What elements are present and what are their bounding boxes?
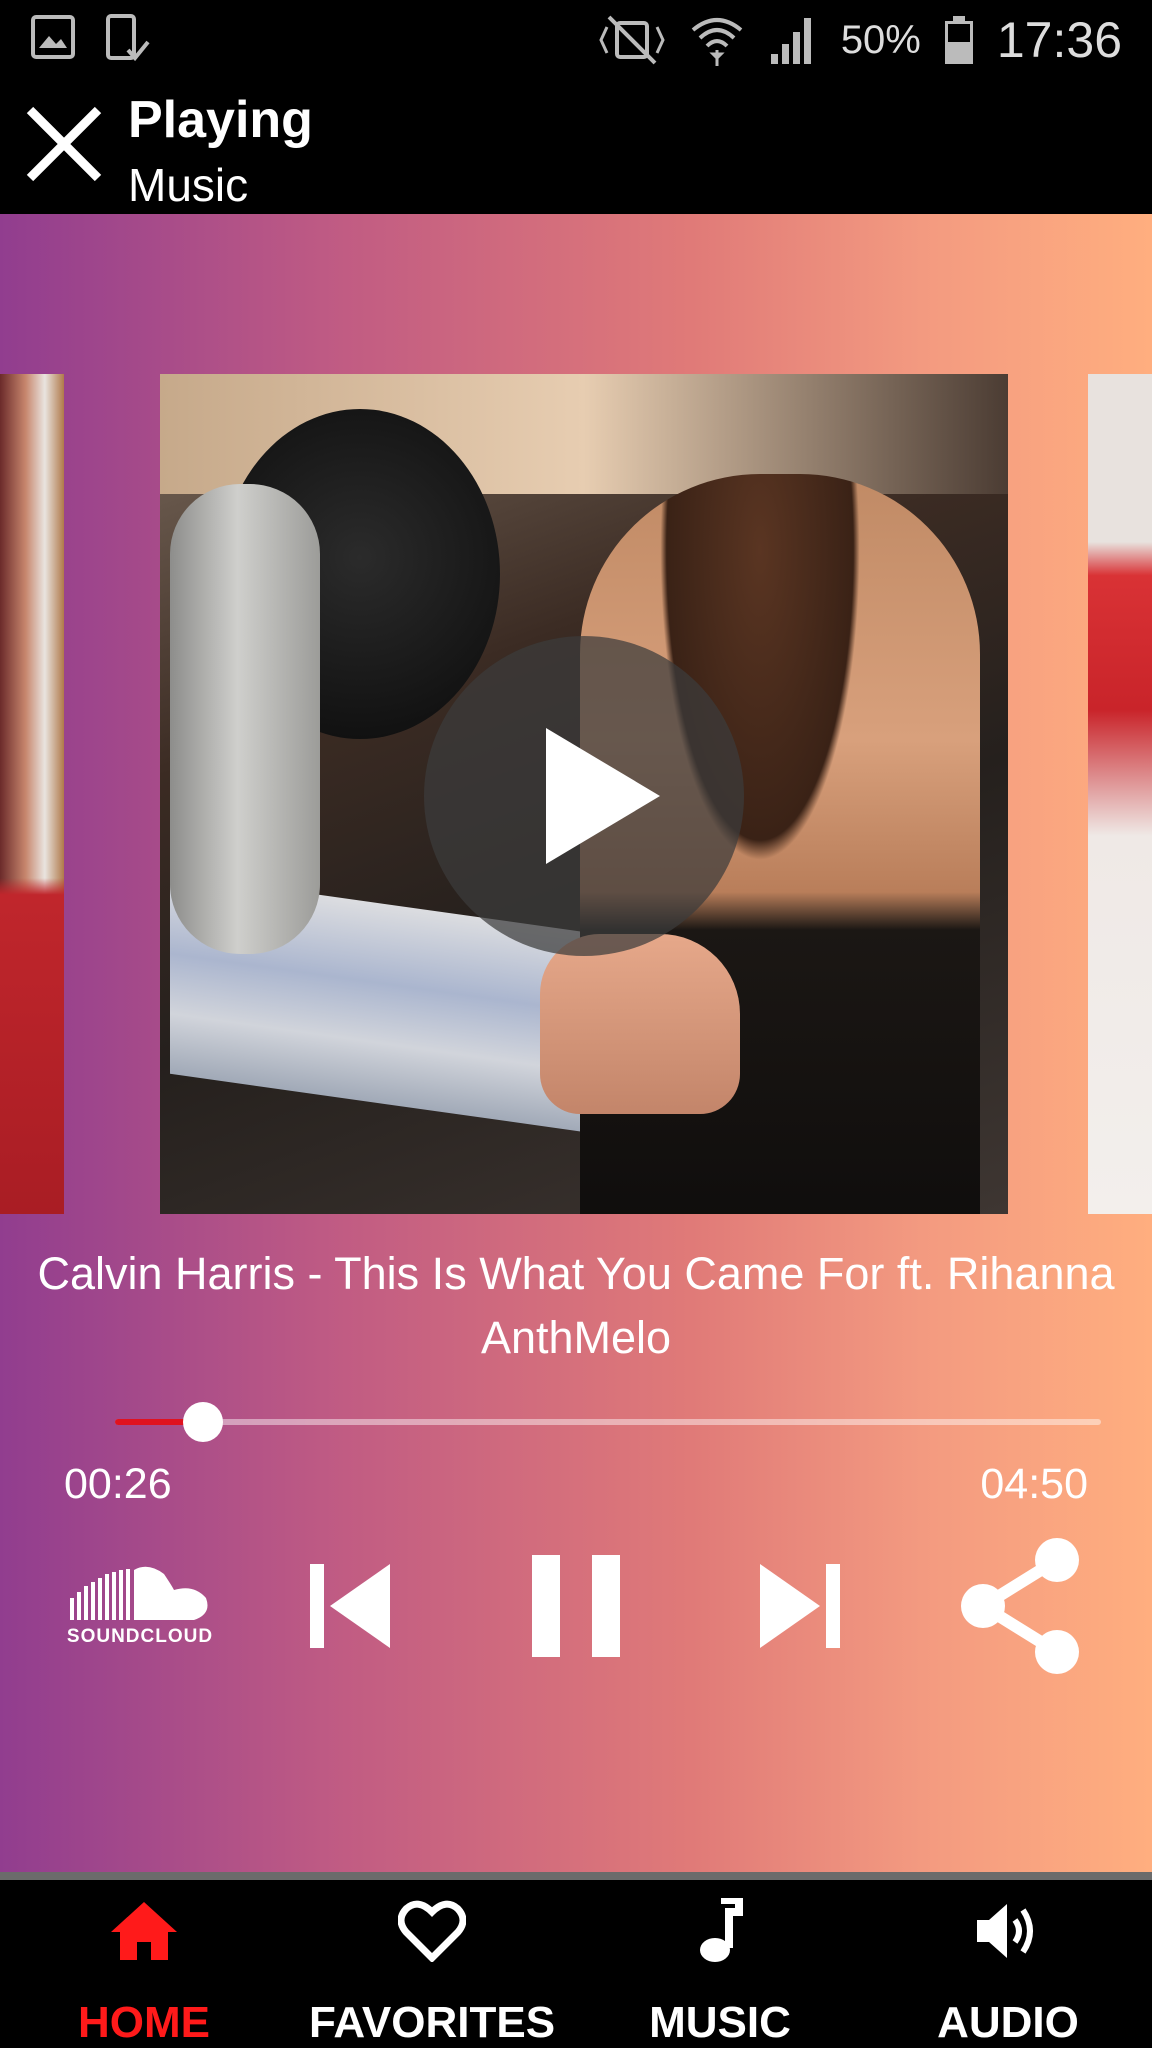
nav-label-music: MUSIC [649, 1998, 791, 2047]
soundcloud-label: SOUNDCLOUD [66, 1626, 214, 1647]
previous-button[interactable] [290, 1536, 410, 1676]
nav-label-favorites: FAVORITES [308, 1998, 556, 2047]
app-header: Playing Music [0, 80, 1152, 214]
soundcloud-icon [70, 1566, 208, 1620]
bottom-nav: HOME FAVORITES MUSIC AUDIO [0, 1880, 1152, 2048]
close-icon [26, 106, 102, 182]
soundcloud-button[interactable]: SOUNDCLOUD [60, 1536, 220, 1676]
music-note-icon [700, 1898, 743, 1962]
player-panel: Calvin Harris - This Is What You Came Fo… [0, 214, 1152, 1872]
close-button[interactable] [22, 102, 106, 186]
share-button[interactable] [950, 1536, 1090, 1676]
page-subtitle: Music [128, 159, 249, 211]
time-elapsed: 00:26 [64, 1460, 172, 1508]
pause-icon [532, 1555, 620, 1657]
skip-previous-icon [310, 1564, 390, 1648]
nav-label-audio: AUDIO [937, 1998, 1079, 2047]
next-button[interactable] [740, 1536, 860, 1676]
clock: 17:36 [996, 12, 1122, 68]
play-icon [546, 728, 660, 864]
signal-icon [770, 18, 811, 64]
status-bar: 50% 17:36 [0, 0, 1152, 80]
time-total: 04:50 [980, 1460, 1088, 1508]
seek-bar[interactable] [115, 1402, 1101, 1442]
track-artist: AnthMelo [480, 1312, 672, 1363]
skip-next-icon [760, 1564, 840, 1648]
pause-button[interactable] [516, 1536, 636, 1676]
gallery-icon [31, 15, 75, 59]
nav-item-music[interactable]: MUSIC [576, 1880, 864, 2048]
nav-label-home: HOME [78, 1998, 210, 2047]
next-album-art[interactable] [1088, 374, 1152, 1214]
battery-percent: 50% [840, 17, 921, 62]
home-icon [111, 1902, 177, 1960]
vibrate-mute-icon [599, 15, 665, 65]
nav-item-audio[interactable]: AUDIO [864, 1880, 1152, 2048]
speaker-icon [977, 1904, 1033, 1958]
wifi-icon [691, 18, 743, 66]
device-check-icon [106, 14, 150, 62]
playback-controls: SOUNDCLOUD [0, 1536, 1152, 1676]
track-title: Calvin Harris - This Is What You Came Fo… [37, 1248, 1115, 1299]
page-title: Playing [128, 91, 313, 149]
seek-thumb[interactable] [182, 1402, 223, 1442]
nav-divider [0, 1872, 1152, 1880]
album-art[interactable] [160, 374, 1008, 1214]
share-icon [961, 1538, 1079, 1674]
heart-icon [398, 1900, 466, 1962]
previous-album-art[interactable] [0, 374, 64, 1214]
nav-item-home[interactable]: HOME [0, 1880, 288, 2048]
battery-icon [944, 16, 973, 64]
nav-item-favorites[interactable]: FAVORITES [288, 1880, 576, 2048]
play-overlay-button[interactable] [424, 636, 744, 956]
